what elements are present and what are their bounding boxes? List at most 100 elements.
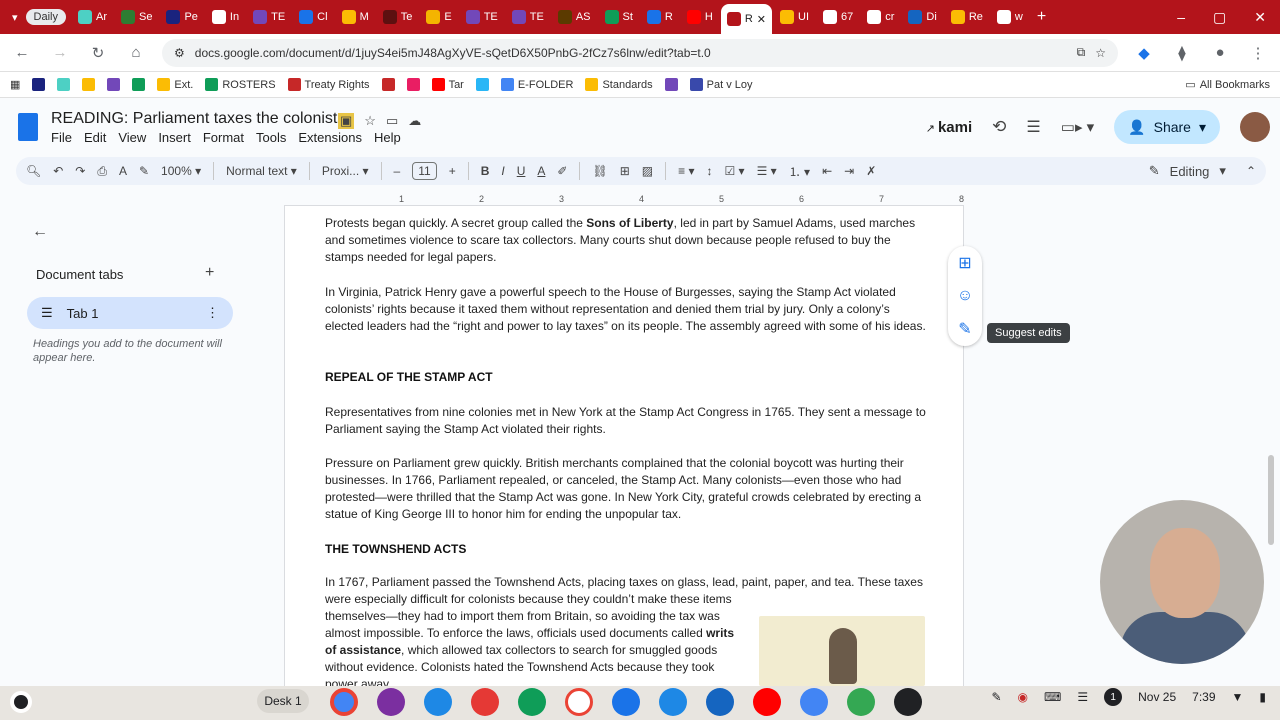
browser-tab[interactable]: TE — [460, 4, 504, 30]
editing-mode-select[interactable]: ✎ Editing ▾ — [1149, 163, 1226, 179]
add-comment-icon[interactable]: ⊞ — [958, 253, 971, 273]
pen-icon[interactable]: ✎ — [991, 690, 1001, 704]
extensions-puzzle-icon[interactable]: ⧫ — [1170, 41, 1194, 65]
browser-tab[interactable]: 67 — [817, 4, 859, 30]
italic-icon[interactable]: I — [501, 164, 504, 178]
forward-arrow-icon[interactable]: → — [48, 41, 72, 65]
app-icon[interactable] — [894, 688, 922, 716]
docs-icon[interactable] — [800, 688, 828, 716]
bookmark-rosters[interactable]: ROSTERS — [205, 78, 276, 91]
browser-tab[interactable]: Se — [115, 4, 158, 30]
bullet-list-icon[interactable]: ☰ ▾ — [757, 164, 777, 178]
document-title[interactable]: READING: Parliament taxes the colonists — [51, 110, 345, 128]
share-button[interactable]: 👤 Share ▾ — [1114, 110, 1220, 144]
browser-tab[interactable]: Te — [377, 4, 419, 30]
browser-tab[interactable]: TE — [506, 4, 550, 30]
bookmark-item[interactable] — [32, 78, 46, 91]
minimize-icon[interactable]: – — [1177, 9, 1185, 25]
browser-menu-icon[interactable]: ⋮ — [1246, 41, 1270, 65]
menu-help[interactable]: Help — [374, 130, 401, 145]
browser-tab[interactable]: Ar — [72, 4, 113, 30]
paint-format-icon[interactable]: ✎ — [139, 164, 149, 178]
bookmark-item[interactable] — [664, 78, 678, 91]
browser-tab[interactable]: TE — [247, 4, 291, 30]
bookmark-item[interactable] — [132, 78, 146, 91]
bookmark-item[interactable] — [406, 78, 420, 91]
suggest-edits-icon[interactable]: ✎ — [958, 319, 971, 339]
browser-tab[interactable]: Pe — [160, 4, 203, 30]
menu-extensions[interactable]: Extensions — [298, 130, 362, 145]
add-tab-icon[interactable]: + — [205, 264, 214, 282]
shelf-time[interactable]: 7:39 — [1192, 690, 1215, 704]
bookmark-item[interactable] — [82, 78, 96, 91]
text-color-icon[interactable]: A — [537, 164, 545, 178]
browser-tab[interactable]: M — [336, 4, 375, 30]
document-tab-1[interactable]: ☰ Tab 1 ⋮ — [27, 297, 233, 329]
zoom-select[interactable]: 100% ▾ — [161, 164, 201, 178]
browser-tab-active[interactable]: R ✕ — [720, 4, 772, 34]
kami-button[interactable]: ↗ kami — [926, 119, 972, 136]
browser-tab[interactable]: R — [641, 4, 679, 30]
undo-icon[interactable]: ↶ — [53, 164, 63, 178]
meet-icon[interactable]: ▭▸ ▾ — [1061, 118, 1094, 136]
chat-icon[interactable] — [706, 688, 734, 716]
browser-tab[interactable]: Cl — [293, 4, 333, 30]
star-icon[interactable]: ☆ — [364, 113, 376, 129]
tab-search-dropdown[interactable]: ▾ — [6, 4, 24, 30]
bookmark-item[interactable] — [381, 78, 395, 91]
browser-tab[interactable]: cr — [861, 4, 900, 30]
increase-indent-icon[interactable]: ⇥ — [844, 164, 854, 178]
app-icon[interactable] — [377, 688, 405, 716]
browser-tab[interactable]: In — [206, 4, 245, 30]
bookmark-item[interactable] — [57, 78, 71, 91]
font-size-input[interactable]: 11 — [412, 162, 437, 180]
bookmark-star-icon[interactable]: ☆ — [1095, 46, 1106, 60]
browser-tab[interactable]: w — [991, 4, 1029, 30]
kami-extension-icon[interactable]: ▣ — [338, 113, 355, 129]
bold-icon[interactable]: B — [481, 164, 490, 178]
launcher-icon[interactable] — [10, 691, 32, 713]
browser-tab[interactable]: AS — [552, 4, 597, 30]
extension-icon[interactable]: ◆ — [1132, 41, 1156, 65]
collapse-toolbar-icon[interactable]: ⌃ — [1246, 164, 1256, 178]
underline-icon[interactable]: U — [517, 164, 526, 178]
address-bar[interactable]: ⚙ docs.google.com/document/d/1juyS4ei5mJ… — [162, 38, 1118, 67]
link-icon[interactable]: ⛓ — [592, 164, 607, 178]
app-icon[interactable] — [471, 688, 499, 716]
bookmark-e-folder[interactable]: E-FOLDER — [500, 78, 573, 91]
bookmark-standards[interactable]: Standards — [585, 78, 653, 91]
redo-icon[interactable]: ↷ — [75, 164, 85, 178]
comments-icon[interactable]: ☰ — [1026, 117, 1040, 137]
emoji-reaction-icon[interactable]: ☺ — [957, 287, 973, 305]
reload-icon[interactable]: ↻ — [86, 41, 110, 65]
search-icon[interactable]: 🔍︎ — [26, 164, 41, 178]
tab-group-daily[interactable]: Daily — [25, 9, 66, 25]
menu-format[interactable]: Format — [203, 130, 244, 145]
keyboard-icon[interactable]: ⌨ — [1044, 690, 1061, 704]
browser-tab[interactable]: E — [420, 4, 457, 30]
close-tab-icon[interactable]: ✕ — [757, 13, 766, 26]
bookmark-tar[interactable]: Tar — [431, 78, 464, 91]
image-icon[interactable]: ▨ — [642, 164, 653, 178]
clear-formatting-icon[interactable]: ✗ — [866, 164, 876, 178]
menu-edit[interactable]: Edit — [84, 130, 106, 145]
classroom-icon[interactable] — [518, 688, 546, 716]
print-icon[interactable]: ⎙ — [97, 164, 107, 179]
increase-font-icon[interactable]: + — [449, 164, 456, 178]
gmail-icon[interactable] — [565, 688, 593, 716]
new-tab-button[interactable]: + — [1031, 4, 1052, 30]
browser-tab[interactable]: Di — [902, 4, 942, 30]
home-icon[interactable]: ⌂ — [124, 41, 148, 65]
add-comment-icon[interactable]: ⊞ — [620, 164, 630, 178]
back-arrow-icon[interactable]: ← — [32, 223, 48, 241]
screen-record-icon[interactable]: ◉ — [1018, 690, 1028, 704]
menu-tools[interactable]: Tools — [256, 130, 286, 145]
menu-insert[interactable]: Insert — [158, 130, 191, 145]
line-spacing-icon[interactable]: ↕ — [706, 164, 712, 178]
browser-tab[interactable]: St — [599, 4, 639, 30]
back-arrow-icon[interactable]: ← — [10, 41, 34, 65]
bookmark-item[interactable] — [107, 78, 121, 91]
share-dropdown-icon[interactable]: ▾ — [1199, 119, 1206, 136]
align-icon[interactable]: ≡ ▾ — [678, 164, 694, 178]
style-select[interactable]: Normal text ▾ — [226, 164, 297, 178]
